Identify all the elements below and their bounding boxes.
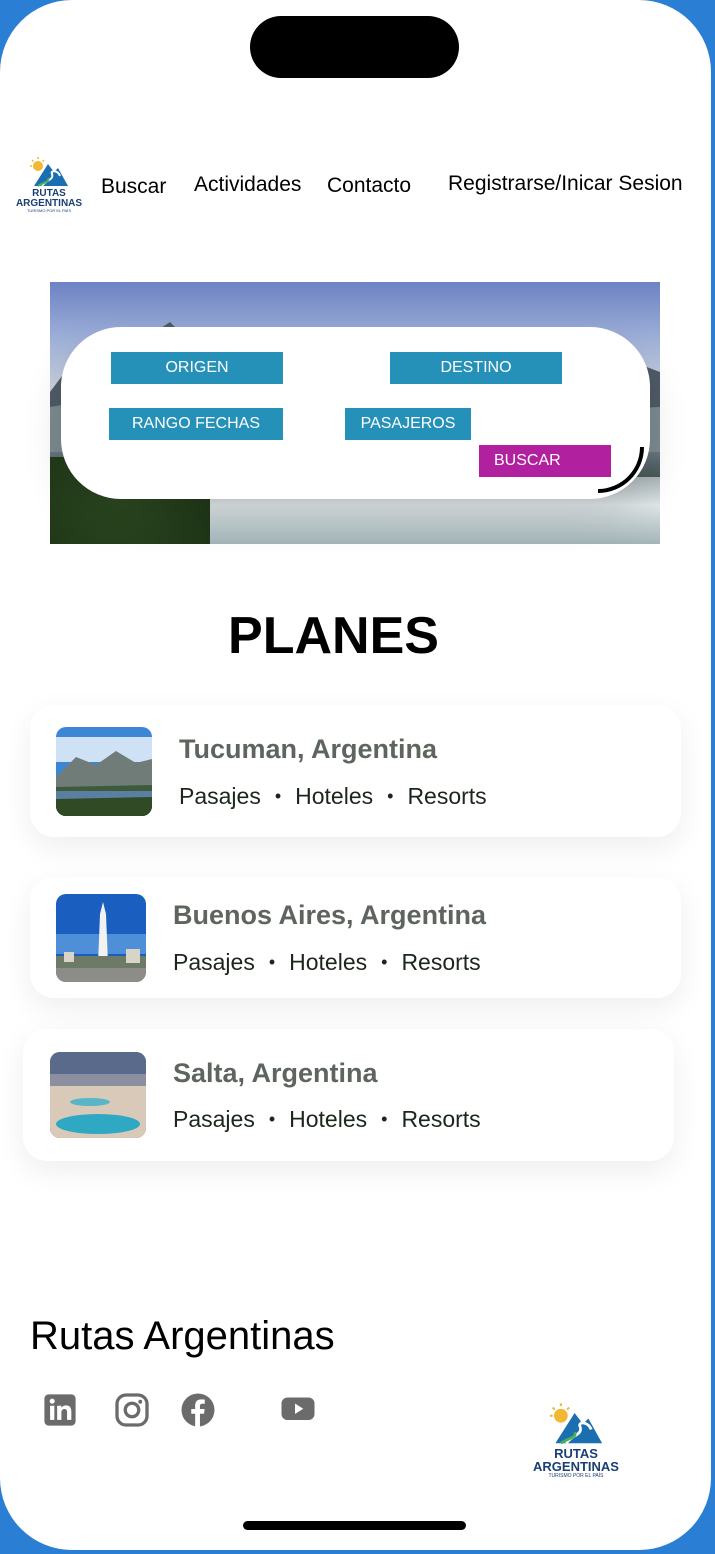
plan-tags: Pasajes • Hoteles • Resorts — [173, 1106, 481, 1132]
facebook-icon[interactable] — [180, 1392, 216, 1428]
tag-hoteles[interactable]: Hoteles — [295, 783, 373, 809]
logo-tagline: TURISMO POR EL PAÍS — [548, 1473, 604, 1479]
plan-title: Buenos Aires, Argentina — [173, 900, 487, 930]
tag-pasajes[interactable]: Pasajes — [173, 949, 255, 975]
footer-logo[interactable]: RUTAS ARGENTINAS TURISMO POR EL PAÍS — [528, 1402, 624, 1482]
plan-tags: Pasajes • Hoteles • Resorts — [173, 949, 481, 975]
buscar-button[interactable]: BUSCAR — [479, 445, 611, 477]
logo-tagline: TURISMO POR EL PAÍS — [26, 208, 71, 213]
nav-registrarse[interactable]: Registrarse/Inicar Sesion — [448, 172, 683, 196]
tag-resorts[interactable]: Resorts — [407, 783, 486, 809]
linkedin-icon[interactable] — [43, 1393, 77, 1427]
plan-tags: Pasajes • Hoteles • Resorts — [179, 783, 487, 809]
footer-title: Rutas Argentinas — [30, 1314, 335, 1358]
nav-contacto[interactable]: Contacto — [327, 174, 411, 198]
logo-mountain-icon — [549, 1403, 603, 1445]
origen-field[interactable]: ORIGEN — [111, 352, 283, 384]
destino-field[interactable]: DESTINO — [390, 352, 562, 384]
youtube-icon[interactable] — [280, 1390, 316, 1426]
logo-mountain-icon — [30, 157, 68, 187]
tag-pasajes[interactable]: Pasajes — [173, 1106, 255, 1132]
phone-screen: RUTAS ARGENTINAS TURISMO POR EL PAÍS Bus… — [0, 0, 711, 1550]
plan-title: Salta, Argentina — [173, 1058, 378, 1088]
tag-resorts[interactable]: Resorts — [401, 949, 480, 975]
logo-brand-2: ARGENTINAS — [533, 1459, 619, 1474]
tag-resorts[interactable]: Resorts — [401, 1106, 480, 1132]
rango-fechas-field[interactable]: RANGO FECHAS — [109, 408, 283, 440]
plan-image-buenos-aires — [56, 894, 146, 982]
camera-notch — [250, 16, 459, 78]
logo[interactable]: RUTAS ARGENTINAS TURISMO POR EL PAÍS — [14, 156, 84, 214]
plan-image-salta — [50, 1052, 146, 1138]
pasajeros-field[interactable]: PASAJEROS — [345, 408, 471, 440]
plan-title: Tucuman, Argentina — [179, 734, 438, 764]
plan-image-tucuman — [56, 727, 152, 816]
instagram-icon[interactable] — [114, 1392, 150, 1428]
tag-pasajes[interactable]: Pasajes — [179, 783, 261, 809]
nav-buscar[interactable]: Buscar — [101, 175, 166, 199]
section-title-planes: PLANES — [228, 607, 439, 665]
tag-hoteles[interactable]: Hoteles — [289, 1106, 367, 1132]
nav-actividades[interactable]: Actividades — [194, 173, 301, 197]
home-indicator[interactable] — [243, 1521, 466, 1530]
tag-hoteles[interactable]: Hoteles — [289, 949, 367, 975]
